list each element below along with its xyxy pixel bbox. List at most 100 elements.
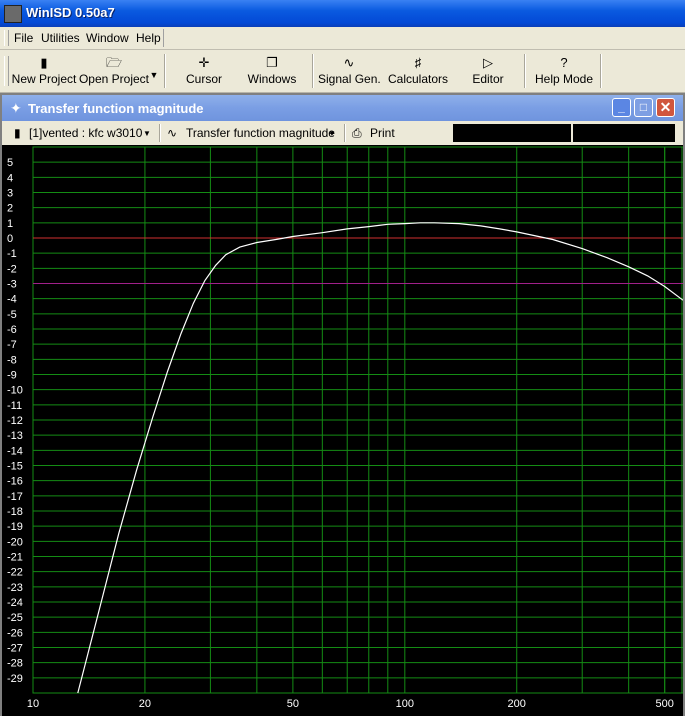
editor-button[interactable]: ▷ Editor — [462, 52, 514, 90]
x-tick-label: 20 — [139, 698, 151, 710]
y-tick-label: 3 — [7, 188, 13, 200]
y-tick-label: 2 — [7, 203, 13, 215]
y-tick-label: -6 — [7, 324, 17, 336]
y-tick-label: -14 — [7, 445, 23, 457]
help-mode-button[interactable]: ? Help Mode — [532, 52, 596, 90]
project-icon: ▮ — [14, 126, 21, 140]
signal-gen-button[interactable]: ∿ Signal Gen. — [318, 52, 381, 90]
minimize-button[interactable]: _ — [612, 98, 631, 117]
y-tick-label: -19 — [7, 521, 23, 533]
y-tick-label: -3 — [7, 279, 17, 291]
crosshair-icon: ✛ — [198, 55, 210, 70]
toolbar-separator — [164, 54, 166, 88]
menu-utilities[interactable]: Utilities — [41, 31, 80, 45]
windows-label: Windows — [247, 72, 297, 86]
app-title: WinISD 0.50a7 — [26, 5, 115, 20]
speaker-editor-icon: ▷ — [483, 55, 493, 70]
menubar-end — [163, 29, 164, 47]
menu-bar: File Utilities Window Help — [0, 27, 685, 50]
crosshair-window-icon: ✦ — [10, 100, 22, 116]
menu-file[interactable]: File — [14, 31, 33, 45]
child-titlebar[interactable]: ✦ Transfer function magnitude _ □ ✕ — [2, 95, 683, 121]
y-tick-label: 1 — [7, 218, 13, 230]
y-tick-label: -5 — [7, 309, 17, 321]
signal-gen-label: Signal Gen. — [318, 72, 381, 86]
print-button[interactable]: Print — [370, 126, 395, 140]
open-folder-icon: 🗁 — [105, 55, 123, 70]
menu-help[interactable]: Help — [136, 31, 161, 45]
y-tick-label: -23 — [7, 582, 23, 594]
y-tick-label: -10 — [7, 385, 23, 397]
printer-icon: ⎙ — [352, 126, 362, 140]
cursor-label: Cursor — [185, 72, 222, 86]
y-tick-label: -15 — [7, 461, 23, 473]
plot-area[interactable]: 5 4 3 2 1 0 -1 -2 -3 -4 -5 -6 -7 -8 -9 -10 -11 -12 -13 -14-… — [2, 145, 683, 716]
y-tick-label: -29 — [7, 673, 23, 685]
toolbar-grip[interactable] — [4, 56, 9, 86]
y-tick-label: -18 — [7, 506, 23, 518]
chevron-down-icon[interactable]: ▼ — [143, 129, 151, 138]
y-tick-label: -17 — [7, 491, 23, 503]
open-project-dropdown[interactable]: ▼ — [148, 52, 160, 90]
editor-label: Editor — [472, 72, 504, 86]
new-project-label: New Project — [11, 72, 77, 86]
app-titlebar: WinISD 0.50a7 — [0, 0, 685, 27]
calculators-label: Calculators — [387, 72, 449, 86]
y-tick-label: -25 — [7, 612, 23, 624]
y-tick-label: 4 — [7, 172, 13, 184]
new-project-icon: ▮ — [40, 55, 48, 70]
toolbar-separator — [600, 54, 602, 88]
y-tick-label: -16 — [7, 476, 23, 488]
chevron-down-icon[interactable]: ▼ — [328, 129, 336, 138]
graph-select[interactable]: Transfer function magnitude — [186, 126, 335, 140]
response-curve — [77, 222, 683, 694]
calculators-button[interactable]: ♯ Calculators — [386, 52, 450, 90]
menubar-grip[interactable] — [4, 30, 9, 46]
maximize-button[interactable]: □ — [634, 98, 653, 117]
toolbar-separator — [312, 54, 314, 88]
y-tick-label: -13 — [7, 430, 23, 442]
y-tick-label: -9 — [7, 370, 17, 382]
sine-wave-icon: ∿ — [343, 55, 355, 70]
new-project-button[interactable]: ▮ New Project — [10, 52, 78, 90]
y-tick-label: -26 — [7, 627, 23, 639]
y-tick-label: -21 — [7, 552, 23, 564]
x-tick-label: 100 — [396, 698, 414, 710]
toolbar-separator — [344, 124, 346, 142]
x-tick-label: 50 — [287, 698, 299, 710]
close-button[interactable]: ✕ — [656, 98, 675, 117]
y-tick-label: -4 — [7, 294, 17, 306]
y-tick-label: -8 — [7, 354, 17, 366]
y-tick-label: -1 — [7, 248, 17, 260]
y-tick-label: -22 — [7, 567, 23, 579]
transfer-function-chart[interactable]: 543210-1-2-3-4-5-6-7-8-9-10-11-12-13-14-… — [2, 145, 683, 716]
question-icon: ? — [560, 55, 568, 70]
sine-wave-icon: ∿ — [167, 126, 178, 140]
y-tick-label: -28 — [7, 658, 23, 670]
x-tick-label: 500 — [656, 698, 674, 710]
calculator-icon: ♯ — [414, 55, 422, 70]
y-tick-label: -11 — [7, 400, 22, 412]
y-tick-label: -7 — [7, 339, 17, 351]
y-tick-label: -27 — [7, 643, 23, 655]
x-tick-label: 10 — [27, 698, 39, 710]
project-select[interactable]: [1]vented : kfc w3010 — [29, 126, 142, 140]
child-title: Transfer function magnitude — [28, 101, 204, 116]
y-tick-label: 0 — [7, 233, 13, 245]
windows-button[interactable]: ❐ Windows — [243, 52, 301, 90]
open-project-label: Open Project — [78, 72, 150, 86]
toolbar-separator — [524, 54, 526, 88]
readout-box-1 — [453, 124, 571, 142]
chevron-down-icon: ▼ — [149, 70, 159, 80]
readout-box-2 — [573, 124, 675, 142]
app-icon[interactable] — [4, 5, 22, 23]
open-project-button[interactable]: 🗁 Open Project — [78, 52, 150, 90]
menu-window[interactable]: Window — [86, 31, 129, 45]
x-tick-label: 200 — [508, 698, 526, 710]
main-toolbar: ▮ New Project 🗁 Open Project ▼ ✛ Cursor … — [0, 50, 685, 93]
toolbar-separator — [159, 124, 161, 142]
windows-icon: ❐ — [266, 55, 278, 70]
y-tick-label: -2 — [7, 263, 17, 275]
y-tick-label: -20 — [7, 536, 23, 548]
cursor-button[interactable]: ✛ Cursor — [178, 52, 230, 90]
